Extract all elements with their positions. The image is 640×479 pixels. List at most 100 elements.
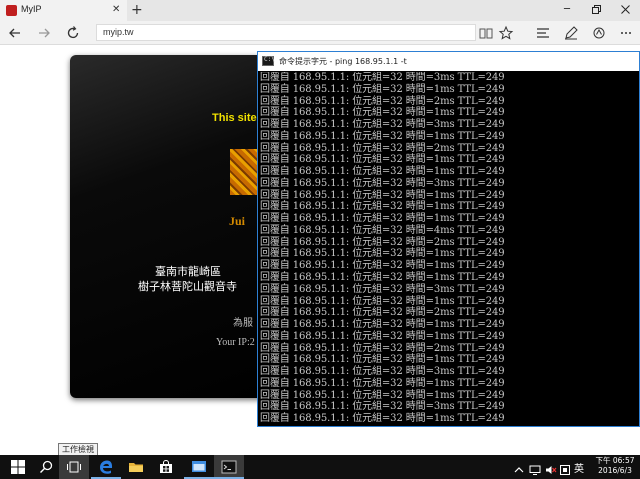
arrow-left-icon: [9, 28, 20, 38]
input-language-indicator[interactable]: 英: [574, 460, 584, 475]
cmd-output-line: 回覆自 168.95.1.1: 位元組=32 時間=3ms TTL=249: [260, 366, 505, 378]
star-icon: [498, 25, 514, 40]
restore-button[interactable]: [583, 2, 609, 18]
task-view-button[interactable]: [59, 455, 89, 479]
cmd-output-line: 回覆自 168.95.1.1: 位元組=32 時間=3ms TTL=249: [260, 177, 505, 189]
back-button[interactable]: [7, 25, 23, 41]
app-window-icon: [192, 461, 206, 472]
cmd-window-title: 命令提示字元 - ping 168.95.1.1 -t: [279, 57, 407, 66]
minimize-button[interactable]: ─: [554, 2, 580, 18]
temple-logo-image: [230, 149, 258, 195]
pen-note-icon: [565, 26, 578, 40]
cmd-titlebar[interactable]: C:\ 命令提示字元 - ping 168.95.1.1 -t: [258, 52, 639, 71]
start-button[interactable]: [3, 455, 33, 479]
web-note-button[interactable]: [563, 25, 579, 41]
cmd-output-line: 回覆自 168.95.1.1: 位元組=32 時間=1ms TTL=249: [260, 166, 505, 178]
cmd-output-line: 回覆自 168.95.1.1: 位元組=32 時間=1ms TTL=249: [260, 130, 505, 142]
address-line-2: 樹子林菩陀山觀音寺: [138, 280, 237, 293]
cmd-output-line: 回覆自 168.95.1.1: 位元組=32 時間=1ms TTL=249: [260, 389, 505, 401]
cmd-output-line: 回覆自 168.95.1.1: 位元組=32 時間=1ms TTL=249: [260, 295, 505, 307]
favorite-button[interactable]: [498, 25, 514, 41]
cmd-app-icon: C:\: [262, 56, 275, 66]
cmd-output-line: 回覆自 168.95.1.1: 位元組=32 時間=1ms TTL=249: [260, 330, 505, 342]
served-by-label: 為服: [233, 318, 253, 329]
your-ip-label: Your IP:2: [216, 337, 255, 348]
taskbar-cmd-button[interactable]: [214, 455, 244, 479]
clock-time: 下午 06:57: [595, 456, 635, 465]
taskbar-edge-button[interactable]: [91, 455, 121, 479]
cmd-output-line: 回覆自 168.95.1.1: 位元組=32 時間=1ms TTL=249: [260, 413, 505, 425]
reading-view-button[interactable]: [478, 25, 494, 41]
refresh-icon: [67, 26, 79, 39]
more-button[interactable]: [618, 25, 634, 41]
taskbar-store-button[interactable]: [151, 455, 181, 479]
cmd-output-line: 回覆自 168.95.1.1: 位元組=32 時間=3ms TTL=249: [260, 119, 505, 131]
taskbar-clock[interactable]: 下午 06:57 2016/6/3: [594, 456, 636, 476]
cmd-output-line: 回覆自 168.95.1.1: 位元組=32 時間=3ms TTL=249: [260, 401, 505, 413]
cmd-output-line: 回覆自 168.95.1.1: 位元組=32 時間=2ms TTL=249: [260, 307, 505, 319]
share-icon: [593, 27, 605, 39]
tray-app-icon: [560, 465, 570, 475]
folder-icon: [129, 463, 143, 472]
cmd-output-line: 回覆自 168.95.1.1: 位元組=32 時間=2ms TTL=249: [260, 95, 505, 107]
cmd-output-line: 回覆自 168.95.1.1: 位元組=32 時間=2ms TTL=249: [260, 342, 505, 354]
command-prompt-window[interactable]: C:\ 命令提示字元 - ping 168.95.1.1 -t 回覆自 168.…: [257, 51, 640, 427]
refresh-button[interactable]: [65, 25, 81, 41]
tray-app-button[interactable]: [559, 461, 571, 475]
arrow-right-icon: [39, 28, 50, 38]
book-icon: [479, 28, 493, 39]
cmd-output[interactable]: 回覆自 168.95.1.1: 位元組=32 時間=3ms TTL=249 回覆自…: [260, 72, 639, 426]
volume-tray-button[interactable]: [545, 461, 557, 474]
task-view-icon: [67, 461, 81, 473]
cmd-output-line: 回覆自 168.95.1.1: 位元組=32 時間=1ms TTL=249: [260, 189, 505, 201]
close-tab-button[interactable]: ✕: [112, 3, 120, 17]
cmd-output-line: 回覆自 168.95.1.1: 位元組=32 時間=3ms TTL=249: [260, 283, 505, 295]
cmd-output-line: 回覆自 168.95.1.1: 位元組=32 時間=1ms TTL=249: [260, 107, 505, 119]
restore-icon: [591, 4, 601, 14]
edge-logo-icon: [100, 460, 113, 474]
share-button[interactable]: [591, 25, 607, 41]
cmd-output-line: 回覆自 168.95.1.1: 位元組=32 時間=2ms TTL=249: [260, 142, 505, 154]
browser-tab-myip[interactable]: MyIP ✕: [0, 0, 127, 21]
show-hidden-icons-button[interactable]: [513, 461, 525, 473]
search-button[interactable]: [31, 455, 61, 479]
cmd-output-line: 回覆自 168.95.1.1: 位元組=32 時間=3ms TTL=249: [260, 72, 505, 83]
cmd-output-line: 回覆自 168.95.1.1: 位元組=32 時間=2ms TTL=249: [260, 236, 505, 248]
command-prompt-icon: [221, 460, 237, 474]
speaker-muted-icon: [546, 466, 557, 474]
taskbar-file-explorer-button[interactable]: [121, 455, 151, 479]
logo-text: Jui: [229, 214, 246, 228]
site-banner-text: This site: [212, 112, 257, 124]
cmd-output-line: 回覆自 168.95.1.1: 位元組=32 時間=1ms TTL=249: [260, 154, 505, 166]
cmd-output-line: 回覆自 168.95.1.1: 位元組=32 時間=1ms TTL=249: [260, 319, 505, 331]
cmd-output-line: 回覆自 168.95.1.1: 位元組=32 時間=1ms TTL=249: [260, 272, 505, 284]
windows-logo-icon: [11, 460, 25, 474]
hub-lines-icon: [537, 28, 549, 38]
cmd-output-line: 回覆自 168.95.1.1: 位元組=32 時間=1ms TTL=249: [260, 201, 505, 213]
address-url-text: myip.tw: [103, 27, 134, 37]
site-favicon-icon: [6, 5, 17, 16]
cmd-output-line: 回覆自 168.95.1.1: 位元組=32 時間=1ms TTL=249: [260, 260, 505, 272]
clock-date: 2016/6/3: [598, 466, 632, 475]
desktop-screen: MyIP ✕ + ─ myip.tw This site Jui 臺南市龍崎區 …: [0, 0, 640, 479]
cmd-output-line: 回覆自 168.95.1.1: 位元組=32 時間=1ms TTL=249: [260, 377, 505, 389]
network-icon: [529, 465, 541, 475]
tab-title: MyIP: [21, 4, 42, 14]
browser-tab-strip: MyIP ✕ + ─: [0, 0, 640, 21]
cmd-output-line: 回覆自 168.95.1.1: 位元組=32 時間=1ms TTL=249: [260, 213, 505, 225]
ellipsis-icon: [621, 32, 631, 34]
hub-button[interactable]: [535, 25, 551, 41]
cmd-output-line: 回覆自 168.95.1.1: 位元組=32 時間=1ms TTL=249: [260, 354, 505, 366]
forward-button[interactable]: [36, 25, 52, 41]
address-input[interactable]: myip.tw: [96, 24, 476, 41]
taskbar-app-window-button[interactable]: [184, 455, 214, 479]
cmd-output-line: 回覆自 168.95.1.1: 位元組=32 時間=1ms TTL=249: [260, 83, 505, 95]
cmd-output-line: 回覆自 168.95.1.1: 位元組=32 時間=4ms TTL=249: [260, 224, 505, 236]
close-window-button[interactable]: [612, 2, 638, 18]
close-icon: [620, 4, 630, 14]
new-tab-button[interactable]: +: [131, 1, 143, 19]
taskbar: 英 下午 06:57 2016/6/3: [0, 455, 640, 479]
address-line-1: 臺南市龍崎區: [155, 265, 221, 278]
network-tray-button[interactable]: [529, 461, 541, 475]
chevron-up-icon: [514, 467, 524, 473]
